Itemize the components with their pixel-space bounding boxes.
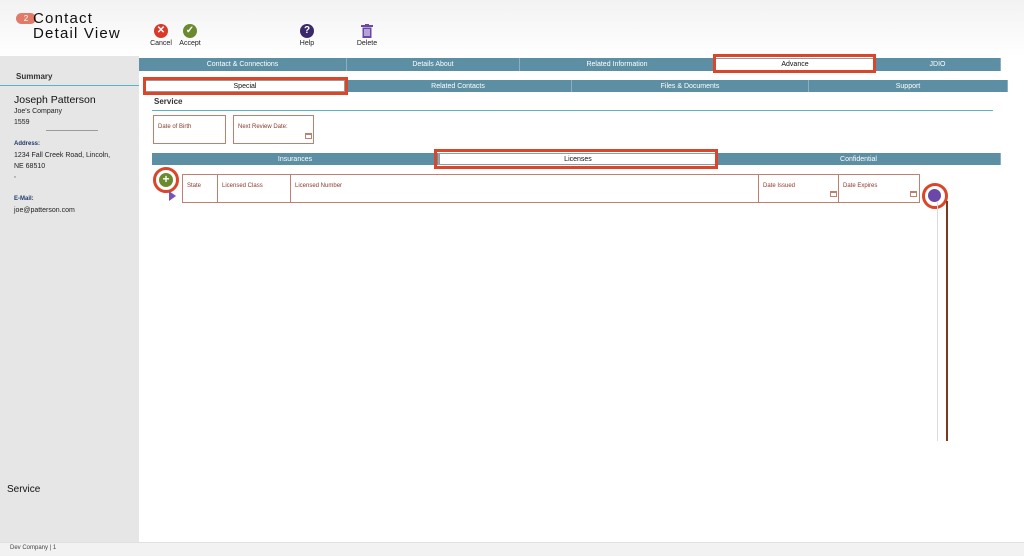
tab-insurances[interactable]: Insurances [152,153,439,165]
service-label: Service [7,484,41,495]
help-label: Help [299,40,315,47]
sub-tab-bar: Special Related Contacts Files & Documen… [145,80,1008,92]
page-title: Contact Detail View [33,11,121,41]
date-of-birth-label: Date of Birth [158,124,192,130]
contact-name: Joseph Patterson [14,94,96,106]
cancel-button[interactable]: ✕ Cancel [148,24,174,47]
help-icon: ? [300,24,314,38]
contact-number: 1559 [14,119,30,126]
accept-button[interactable]: ✓ Accept [177,24,203,47]
state-label: State [187,183,202,189]
date-of-birth-field[interactable]: Date of Birth [153,115,226,144]
tab-details-about[interactable]: Details About [347,58,520,71]
address-label: Address: [14,141,41,147]
calendar-icon[interactable] [910,191,917,197]
scroll-track [937,201,938,441]
email-link[interactable]: joe@patterson.com [14,207,75,214]
status-bar: Dev Company | 1 [0,542,1024,556]
email-label: E-Mail: [14,196,34,202]
section-title: Service [154,97,183,106]
add-button-highlight [153,167,179,193]
calendar-icon[interactable] [305,133,312,139]
licensed-class-label: Licensed Class [222,183,263,189]
address-line1: 1234 Fall Creek Road, Lincoln, [14,152,111,159]
date-issued-label: Date Issued [763,183,796,189]
address-line3: , [14,172,16,179]
summary-sidebar: Summary Joseph Patterson Joe's Company 1… [0,56,139,542]
tab-support[interactable]: Support [809,80,1008,92]
tab-related-information[interactable]: Related Information [520,58,715,71]
tab-special[interactable]: Special [145,80,345,92]
cancel-icon: ✕ [154,24,168,38]
date-issued-cell[interactable]: Date Issued [758,174,839,203]
dashed-divider: -------------------------- [46,128,98,134]
licensed-number-cell[interactable]: Licensed Number [290,174,759,203]
date-expires-cell[interactable]: Date Expires [838,174,920,203]
trash-icon [361,24,373,38]
tab-jdio[interactable]: JDIO [875,58,1001,71]
inner-tab-bar: Insurances Licenses Confidential [152,153,1001,165]
date-expires-label: Date Expires [843,183,878,189]
licensed-class-cell[interactable]: Licensed Class [217,174,291,203]
delete-label: Delete [356,40,378,47]
licensed-number-label: Licensed Number [295,183,343,189]
delete-button[interactable]: Delete [355,24,379,47]
page-title-line1: Contact [33,10,94,27]
summary-divider [0,85,139,86]
page-title-line2: Detail View [33,25,121,42]
cancel-label: Cancel [150,40,172,47]
next-review-date-field[interactable]: Next Review Date: [233,115,314,144]
vertical-divider [946,201,948,441]
next-review-date-label: Next Review Date: [238,124,288,130]
accept-icon: ✓ [183,24,197,38]
main-tab-bar: Contact & Connections Details About Rela… [139,58,1001,71]
contact-company: Joe's Company [14,108,63,115]
delete-row-highlight [922,183,948,209]
state-cell[interactable]: State [182,174,218,203]
summary-heading: Summary [16,72,53,81]
calendar-icon[interactable] [830,191,837,197]
tab-advance[interactable]: Advance [715,58,875,71]
status-text: Dev Company | 1 [10,545,57,551]
row-selector-arrow-icon[interactable] [169,191,176,201]
help-button[interactable]: ? Help [296,24,318,47]
tab-confidential[interactable]: Confidential [717,153,1001,165]
header: 2 Contact Detail View ✕ Cancel ✓ Accept … [0,0,1024,56]
address-line2: NE 68510 [14,163,46,170]
tab-files-documents[interactable]: Files & Documents [572,80,809,92]
section-divider [152,110,993,111]
tab-licenses[interactable]: Licenses [439,153,717,165]
tab-contact-connections[interactable]: Contact & Connections [139,58,347,71]
accept-label: Accept [179,40,201,47]
tab-related-contacts[interactable]: Related Contacts [345,80,572,92]
